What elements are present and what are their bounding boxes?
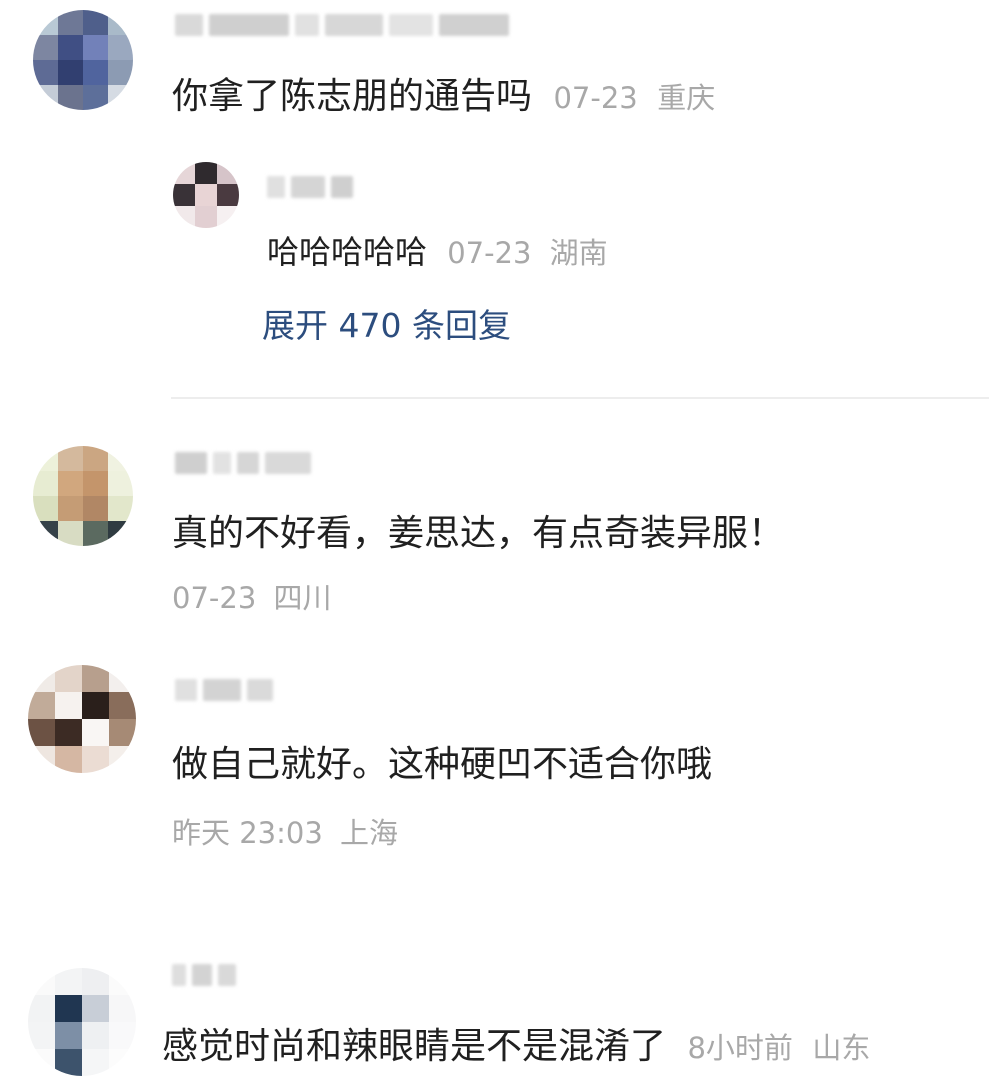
username[interactable] — [172, 964, 236, 986]
avatar[interactable] — [33, 446, 133, 546]
avatar[interactable] — [28, 968, 136, 1076]
reply-location: 湖南 — [549, 236, 608, 270]
expand-replies-button[interactable]: 展开 470 条回复 — [262, 306, 511, 346]
username[interactable] — [175, 14, 509, 36]
reply-avatar[interactable] — [173, 162, 239, 228]
reply-date: 07-23 — [447, 236, 532, 270]
comment-content: 真的不好看，姜思达，有点奇装异服！ — [172, 513, 785, 554]
comment-content: 做自己就好。这种硬凹不适合你哦 — [172, 744, 713, 785]
comment-date: 07-23 — [553, 81, 638, 115]
comment-content: 感觉时尚和辣眼睛是不是混淆了 8小时前 山东 — [162, 1025, 870, 1068]
comment-content: 你拿了陈志朋的通告吗 07-23 重庆 — [172, 75, 715, 118]
reply-username[interactable] — [267, 176, 353, 198]
comment-date: 07-23 — [172, 581, 257, 615]
comment-location: 山东 — [812, 1031, 871, 1065]
comment-text: 你拿了陈志朋的通告吗 — [172, 76, 533, 117]
comment-location: 上海 — [340, 816, 399, 850]
avatar[interactable] — [33, 10, 133, 110]
comment-text: 感觉时尚和辣眼睛是不是混淆了 — [162, 1026, 667, 1067]
comment-meta: 07-23 四川 — [172, 581, 332, 616]
comment-date: 昨天 23:03 — [172, 816, 323, 850]
reply-text: 哈哈哈哈哈 — [267, 233, 428, 271]
comment-location: 重庆 — [657, 81, 716, 115]
comment-meta: 昨天 23:03 上海 — [172, 816, 398, 851]
username[interactable] — [175, 452, 311, 474]
comment-location: 四川 — [273, 581, 332, 615]
username[interactable] — [175, 679, 273, 701]
avatar[interactable] — [28, 665, 136, 773]
divider — [171, 397, 989, 399]
reply-content: 哈哈哈哈哈 07-23 湖南 — [267, 233, 608, 271]
comment-date: 8小时前 — [687, 1031, 793, 1065]
